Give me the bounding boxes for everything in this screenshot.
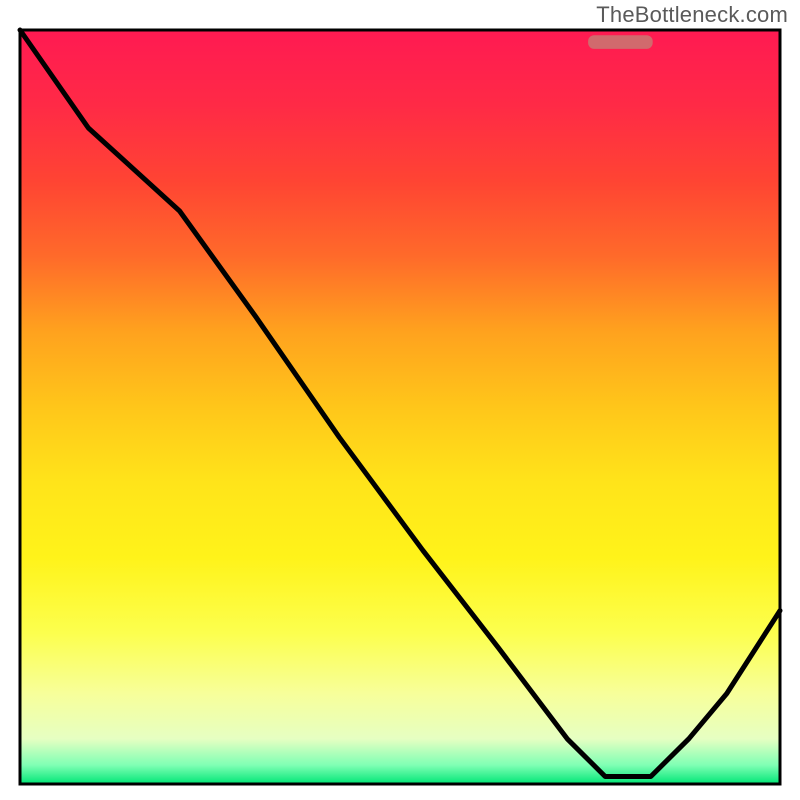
marker-pill — [588, 35, 653, 49]
plot-background — [20, 30, 780, 784]
attribution-label: TheBottleneck.com — [596, 2, 788, 28]
chart-stage: TheBottleneck.com — [0, 0, 800, 800]
chart-svg — [0, 0, 800, 800]
